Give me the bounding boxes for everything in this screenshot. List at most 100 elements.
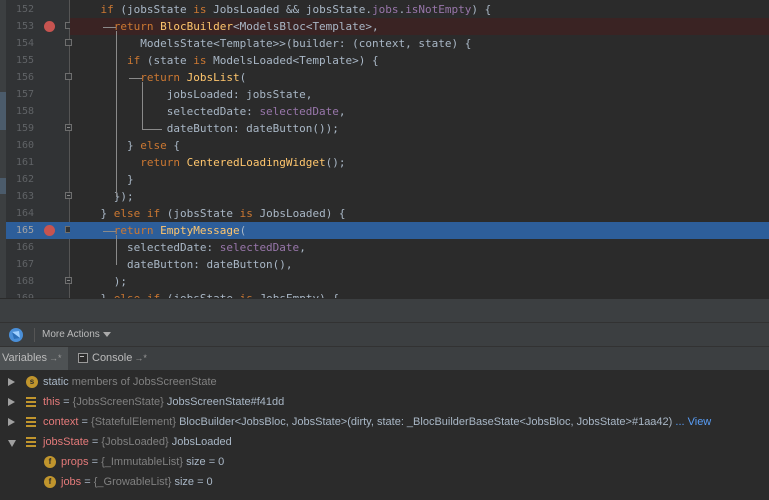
code-line[interactable]: } [70,171,769,188]
field-icon: f [44,476,56,488]
object-list-icon [26,397,36,407]
expand-arrow-icon[interactable] [8,398,15,406]
gutter-line[interactable]: 153 [6,18,72,35]
console-icon [78,353,88,363]
expand-arrow-icon[interactable] [8,378,15,386]
code-line[interactable]: } else if (jobsState is JobsLoaded) { [70,205,769,222]
gutter-line[interactable]: 163 [6,188,72,205]
variable-row[interactable]: f jobs = {_GrowableList} size = 0 [0,472,769,492]
code-token: ( [239,224,247,237]
variable-row[interactable]: s static members of JobsScreenState [0,372,769,392]
code-line[interactable]: return EmptyMessage( [70,222,769,239]
variable-type: {JobsLoaded} [101,436,172,448]
code-area[interactable]: if (jobsState is JobsLoaded && jobsState… [70,0,769,298]
variable-type: {StatefulElement} [91,416,180,428]
variable-equals: = [81,476,94,488]
gutter-line[interactable]: 158 [6,103,70,120]
pin-icon[interactable]: →* [134,353,147,363]
breakpoint-icon[interactable] [44,225,55,236]
code-token: dateButton: dateButton()); [74,122,339,135]
variable-name: jobs [61,476,82,488]
gutter-line[interactable]: 168 [6,273,72,290]
code-token: CenteredLoadingWidget [186,156,326,169]
gutter-line[interactable]: 154 [6,35,72,52]
gutter-line[interactable]: 161 [6,154,70,171]
code-line[interactable]: }); [70,188,769,205]
code-line[interactable]: return JobsList( [70,69,769,86]
expand-arrow-icon[interactable] [8,418,15,426]
code-token: EmptyMessage [160,224,240,237]
gutter-line[interactable]: 159 [6,120,72,137]
code-token: } [74,139,141,152]
code-token: <ModelsBloc<Template>, [232,20,379,33]
view-link[interactable]: ... View [672,416,711,428]
more-actions-button[interactable]: More Actions [42,323,111,347]
code-line[interactable]: return CenteredLoadingWidget(); [70,154,769,171]
code-line[interactable]: } else if (jobsState is JobsEmpty) { [70,290,769,298]
code-token: return [140,71,187,84]
code-text: }); [74,188,134,205]
editor-gutter[interactable]: 152 153 154 155 156 157 158 159 160 161 162 163 164 1… [6,0,72,298]
tab-variables[interactable]: Variables →* [0,347,68,370]
code-token: JobsLoaded && jobsState. [206,3,373,16]
code-line[interactable]: ModelsState<Template>>(builder: (context… [70,35,769,52]
variable-row[interactable]: f props = {_ImmutableList} size = 0 [0,452,769,472]
gutter-line[interactable]: 156 [6,69,72,86]
code-line[interactable]: } else { [70,137,769,154]
variable-name: static [43,376,69,388]
variable-text: context = {StatefulElement} BlocBuilder<… [43,412,711,432]
variables-tree[interactable]: s static members of JobsScreenState this =… [0,370,769,500]
line-number: 159 [15,123,34,134]
pin-icon[interactable]: →* [49,353,62,363]
gutter-line[interactable]: 152 [6,1,70,18]
code-text: selectedDate: selectedDate, [74,103,346,120]
code-text: return CenteredLoadingWidget(); [74,154,345,171]
line-number: 165 [15,225,34,236]
indent-guide [129,78,143,79]
code-token: , [338,105,346,118]
gutter-line[interactable]: 160 [6,137,70,154]
gutter-line[interactable]: 166 [6,239,70,256]
gutter-line[interactable]: 169 [6,290,70,298]
variable-value: size = 0 [186,456,225,468]
code-line[interactable]: selectedDate: selectedDate, [70,103,769,120]
code-token: { [166,139,180,152]
dart-devtools-icon[interactable] [8,327,24,343]
gutter-line[interactable]: 155 [6,52,70,69]
code-editor[interactable]: 152 153 154 155 156 157 158 159 160 161 162 163 164 1… [0,0,769,298]
variable-name: this [43,396,61,408]
variable-row[interactable]: context = {StatefulElement} BlocBuilder<… [0,412,769,432]
gutter-line[interactable]: 164 [6,205,70,222]
variable-row[interactable]: this = {JobsScreenState} JobsScreenState… [0,392,769,412]
code-line[interactable]: dateButton: dateButton(), [70,256,769,273]
variable-name: jobsState [43,436,89,448]
code-token: return [113,20,161,33]
code-line[interactable]: jobsLoaded: jobsState, [70,86,769,103]
code-line[interactable]: return BlocBuilder<ModelsBloc<Template>, [70,18,769,35]
gutter-line[interactable]: 157 [6,86,70,103]
code-text: ModelsState<Template>>(builder: (context… [74,35,471,52]
variable-row[interactable]: jobsState = {JobsLoaded} JobsLoaded [0,432,769,452]
code-line[interactable]: ); [70,273,769,290]
tab-console[interactable]: Console →* [76,347,149,370]
gutter-line[interactable]: 162 [6,171,70,188]
chevron-down-icon [102,331,111,337]
code-line[interactable]: selectedDate: selectedDate, [70,239,769,256]
code-text: return EmptyMessage( [74,222,246,239]
variable-name: props [61,456,89,468]
code-token: ModelsLoaded<Template>) { [206,54,379,67]
gutter-line[interactable]: 167 [6,256,70,273]
code-token: selectedDate [219,241,300,254]
code-line[interactable]: if (state is ModelsLoaded<Template>) { [70,52,769,69]
variable-type: {_GrowableList} [93,476,175,488]
code-line[interactable]: dateButton: dateButton()); [70,120,769,137]
code-token: (jobsState [160,207,240,220]
line-number: 167 [15,259,34,270]
breakpoint-icon[interactable] [44,21,55,32]
code-token: is [193,3,207,16]
code-line[interactable]: if (jobsState is JobsLoaded && jobsState… [70,1,769,18]
gutter-line[interactable]: 165 [6,222,72,239]
code-token: ) { [471,3,492,16]
collapse-arrow-icon[interactable] [8,440,16,447]
line-number: 157 [15,89,34,100]
